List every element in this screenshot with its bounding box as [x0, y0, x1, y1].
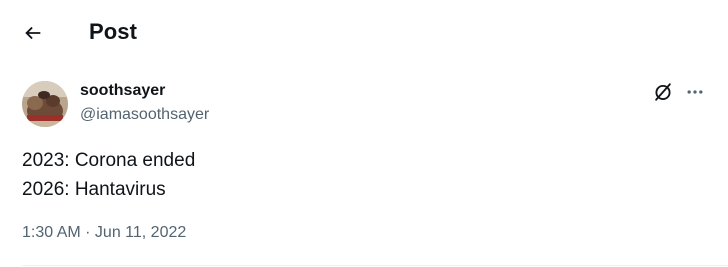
post-text-line: 2023: Corona ended [22, 150, 196, 171]
back-button[interactable] [14, 14, 52, 52]
divider [22, 265, 728, 266]
post-timestamp: 1:30 AM · Jun 11, 2022 [22, 222, 186, 244]
post-date[interactable]: Jun 11, 2022 [95, 224, 186, 241]
post-text: 2023: Corona ended 2026: Hantavirus [22, 146, 195, 204]
avatar-image [22, 81, 68, 127]
grok-icon [655, 83, 671, 101]
author-display-name[interactable]: soothsayer [80, 81, 165, 101]
post-text-line: 2026: Hantavirus [22, 179, 166, 200]
meta-separator: · [80, 224, 95, 241]
page-title: Post [89, 19, 138, 44]
post-page: Post soothsayer @iamasoothsayer 2023: Co… [0, 0, 728, 267]
arrow-left-icon [25, 26, 41, 40]
more-horizontal-icon [687, 90, 703, 94]
page-header: Post [0, 0, 728, 64]
post-time[interactable]: 1:30 AM [22, 224, 81, 241]
author-handle[interactable]: @iamasoothsayer [80, 105, 209, 125]
more-options-button[interactable] [682, 79, 708, 105]
avatar[interactable] [22, 81, 68, 127]
grok-button[interactable] [650, 79, 676, 105]
